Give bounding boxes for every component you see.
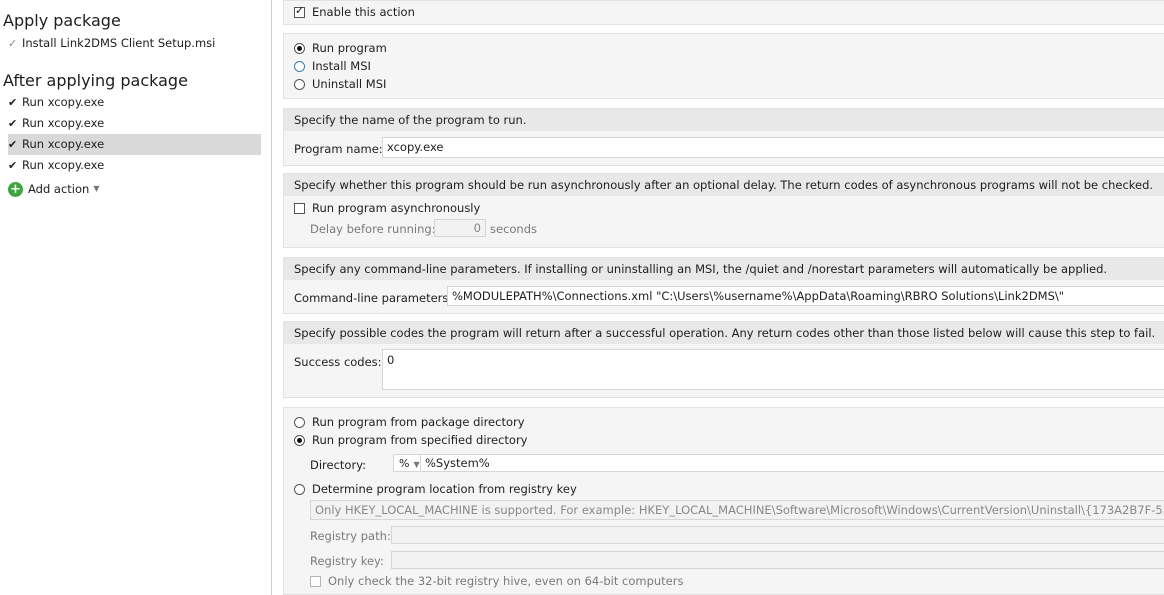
location-panel: Run program from package directory Run p… [283,407,1164,595]
registry-note: Only HKEY_LOCAL_MACHINE is supported. Fo… [310,500,1164,520]
radio-icon [294,483,305,495]
radio-selected-icon [294,42,305,54]
radio-package-directory[interactable]: Run program from package directory [294,415,525,429]
program-name-header: Specify the name of the program to run. [284,109,1164,131]
check-icon: ✔ [8,159,18,172]
directory-input[interactable]: %System% [421,454,1164,472]
chevron-down-icon: ▼ [413,460,420,469]
sidebar-item-run-xcopy-selected[interactable]: ✔ Run xcopy.exe [8,134,261,155]
action-type-panel: Run program Install MSI Uninstall MSI [283,33,1164,99]
sidebar-item-label: Run xcopy.exe [22,116,105,130]
success-codes-panel: Specify possible codes the program will … [283,321,1164,398]
sidebar-item-label: Install Link2DMS Client Setup.msi [22,36,216,50]
check-icon: ✔ [8,138,18,151]
run-async-label: Run program asynchronously [312,201,481,215]
delay-label: Delay before running: [310,222,436,236]
actions-sidebar: Apply package ✓ Install Link2DMS Client S… [0,0,272,595]
after-applying-heading: After applying package [3,71,188,90]
radio-label: Run program [312,41,387,55]
apply-package-heading: Apply package [3,11,121,30]
sidebar-item-install-msi[interactable]: ✓ Install Link2DMS Client Setup.msi [8,33,261,54]
radio-uninstall-msi[interactable]: Uninstall MSI [294,77,386,91]
plus-circle-icon: + [8,181,23,197]
run-async-checkbox[interactable]: Run program asynchronously [294,201,480,215]
cmdline-panel: Specify any command-line parameters. If … [283,257,1164,314]
hive32-checkbox[interactable]: Only check the 32-bit registry hive, eve… [310,574,683,588]
radio-run-program[interactable]: Run program [294,41,387,55]
radio-install-msi[interactable]: Install MSI [294,59,371,73]
check-icon: ✔ [8,96,18,109]
enable-panel: Enable this action [283,0,1164,25]
radio-label: Determine program location from registry… [312,482,577,496]
cmdline-header: Specify any command-line parameters. If … [284,258,1164,280]
success-codes-header: Specify possible codes the program will … [284,322,1164,344]
program-name-label: Program name: [294,142,383,156]
radio-label: Run program from specified directory [312,433,528,447]
hive32-label: Only check the 32-bit registry hive, eve… [328,574,684,588]
radio-registry-key[interactable]: Determine program location from registry… [294,482,577,496]
success-codes-input[interactable]: 0 [382,349,1164,390]
checkbox-icon [294,202,305,214]
action-editor: Enable this action Run program Install M… [272,0,1164,595]
checkbox-checked-icon [294,4,305,18]
sidebar-item-label: Run xcopy.exe [22,137,105,151]
delay-unit: seconds [490,222,538,236]
directory-variable-dropdown[interactable]: % ▼ [393,454,421,472]
add-action-button[interactable]: + Add action ▼ [8,181,99,197]
check-icon: ✔ [8,117,18,130]
async-header: Specify whether this program should be r… [284,174,1164,196]
cmdline-label: Command-line parameters: [294,291,453,305]
delay-input[interactable]: 0 [434,219,486,237]
directory-label: Directory: [310,458,367,472]
radio-specified-directory[interactable]: Run program from specified directory [294,433,527,447]
registry-path-label: Registry path: [310,529,391,543]
enable-action-checkbox[interactable]: Enable this action [294,4,415,19]
radio-label: Uninstall MSI [312,77,387,91]
check-icon: ✓ [8,37,18,50]
add-action-label: Add action [28,182,90,196]
success-codes-label: Success codes: [294,355,382,369]
sidebar-item-run-xcopy[interactable]: ✔ Run xcopy.exe [8,92,261,113]
checkbox-icon [310,575,321,587]
directory-prefix: % [399,457,410,470]
registry-key-input[interactable] [391,551,1164,569]
radio-label: Run program from package directory [312,415,525,429]
sidebar-item-run-xcopy[interactable]: ✔ Run xcopy.exe [8,155,261,176]
registry-key-label: Registry key: [310,554,384,568]
radio-icon [294,416,305,428]
async-panel: Specify whether this program should be r… [283,173,1164,248]
program-name-input[interactable]: xcopy.exe [382,137,1164,158]
sidebar-item-run-xcopy[interactable]: ✔ Run xcopy.exe [8,113,261,134]
radio-selected-icon [294,434,305,446]
radio-icon [294,78,305,90]
program-name-panel: Specify the name of the program to run. … [283,108,1164,166]
radio-label: Install MSI [312,59,371,73]
radio-icon [294,60,305,72]
registry-path-input[interactable] [391,526,1164,544]
sidebar-item-label: Run xcopy.exe [22,95,105,109]
chevron-down-icon: ▼ [93,184,100,193]
cmdline-input[interactable]: %MODULEPATH%\Connections.xml "C:\Users\%… [447,286,1164,306]
sidebar-item-label: Run xcopy.exe [22,158,105,172]
enable-action-label: Enable this action [312,5,415,19]
